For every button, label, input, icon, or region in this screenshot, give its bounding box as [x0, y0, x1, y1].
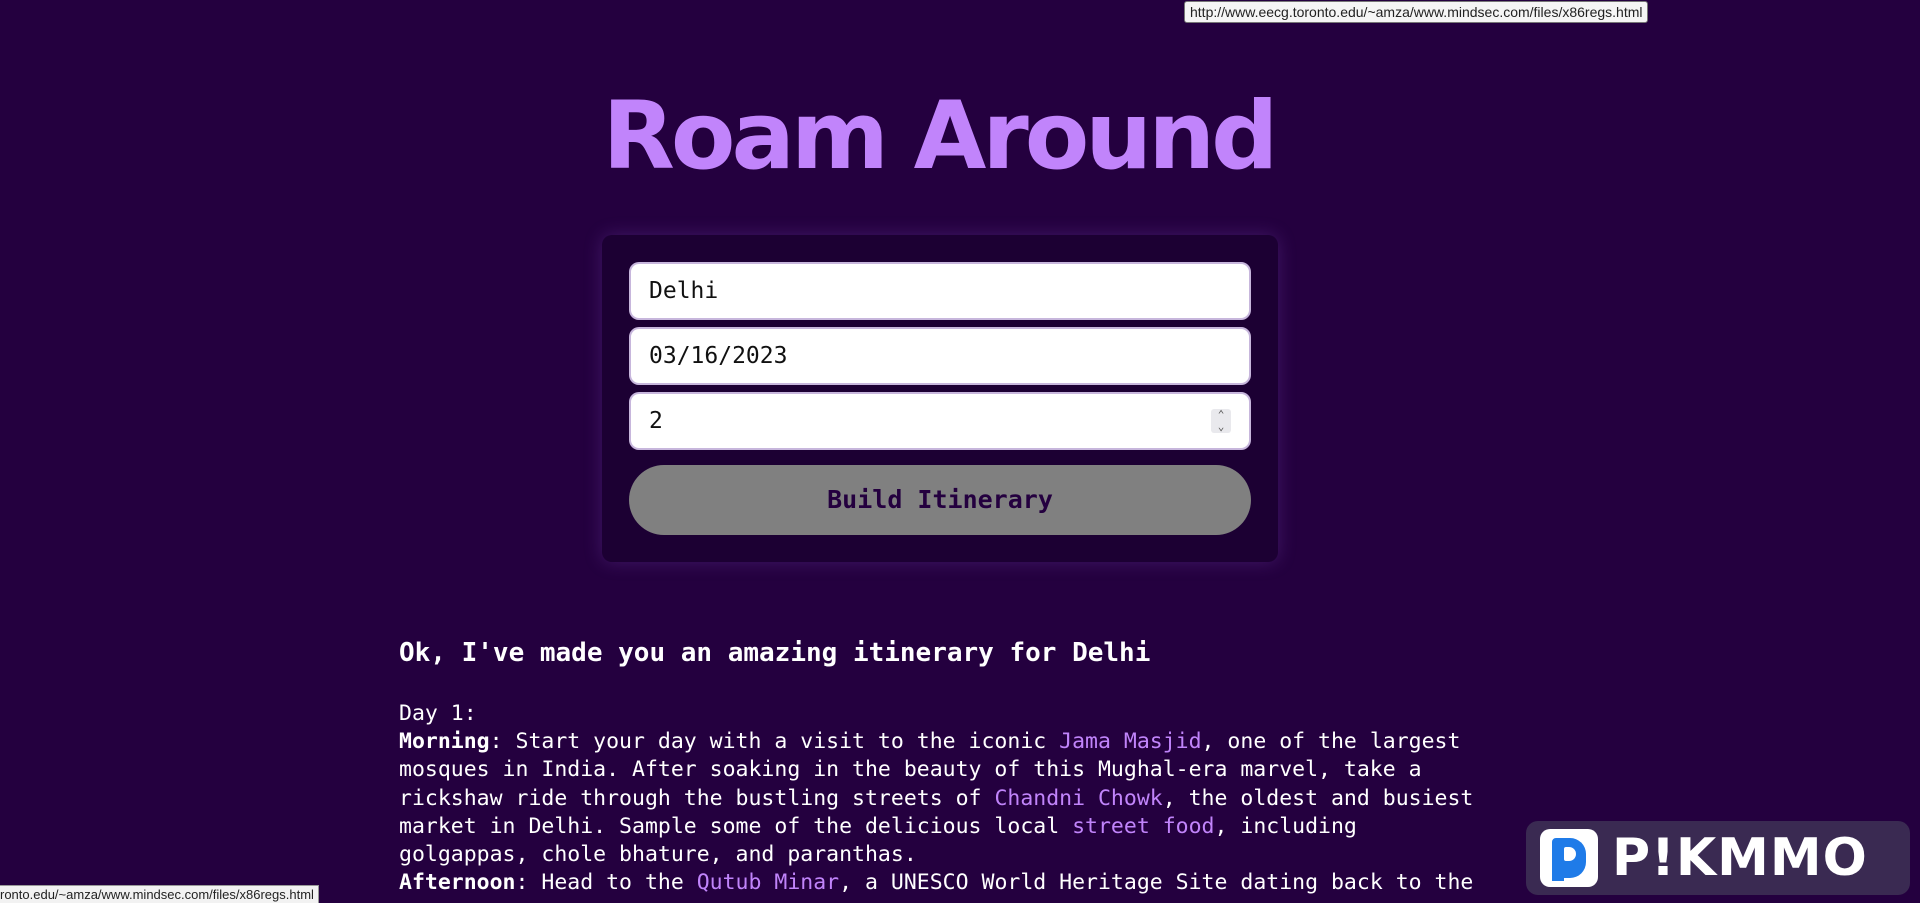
- watermark-logo: P!KMMO: [1526, 821, 1910, 895]
- days-input[interactable]: 2 ⌃ ⌄: [629, 392, 1251, 450]
- days-value: 2: [649, 408, 663, 434]
- afternoon-paragraph: Afternoon: Head to the Qutub Minar, a UN…: [399, 869, 1489, 897]
- build-itinerary-button[interactable]: Build Itinerary: [629, 465, 1251, 535]
- result-heading: Ok, I've made you an amazing itinerary f…: [399, 638, 1151, 668]
- morning-label: Morning: [399, 729, 490, 755]
- itinerary-form: Delhi 03/16/2023 2 ⌃ ⌄ Build Itinerary: [602, 235, 1278, 562]
- morning-paragraph: Morning: Start your day with a visit to …: [399, 728, 1489, 869]
- status-bar-url: ronto.edu/~amza/www.mindsec.com/files/x8…: [0, 885, 319, 903]
- morning-text-1: : Start your day with a visit to the ico…: [489, 729, 1060, 755]
- page: http://www.eecg.toronto.edu/~amza/www.mi…: [0, 0, 1920, 903]
- link-jama-masjid[interactable]: Jama Masjid: [1059, 729, 1201, 754]
- link-chandni-chowk[interactable]: Chandni Chowk: [994, 786, 1162, 811]
- logo-icon: [1540, 829, 1598, 887]
- chevron-down-icon[interactable]: ⌄: [1211, 421, 1231, 433]
- number-stepper[interactable]: ⌃ ⌄: [1211, 409, 1231, 433]
- result-body: Day 1: Morning: Start your day with a vi…: [399, 700, 1489, 897]
- destination-input[interactable]: Delhi: [629, 262, 1251, 320]
- day-label: Day 1:: [399, 701, 477, 726]
- start-date-input[interactable]: 03/16/2023: [629, 327, 1251, 385]
- logo-text: P!KMMO: [1612, 828, 1868, 888]
- link-qutub-minar[interactable]: Qutub Minar: [697, 870, 839, 895]
- page-title: Roam Around: [602, 82, 1279, 191]
- afternoon-text-2: , a UNESCO World Heritage Site dating ba…: [839, 870, 1474, 896]
- link-street-food[interactable]: street food: [1072, 814, 1214, 839]
- afternoon-text-1: : Head to the: [515, 870, 697, 896]
- afternoon-label: Afternoon: [399, 870, 516, 896]
- itinerary-result: Ok, I've made you an amazing itinerary f…: [399, 636, 1489, 897]
- link-tooltip: http://www.eecg.toronto.edu/~amza/www.mi…: [1184, 1, 1649, 23]
